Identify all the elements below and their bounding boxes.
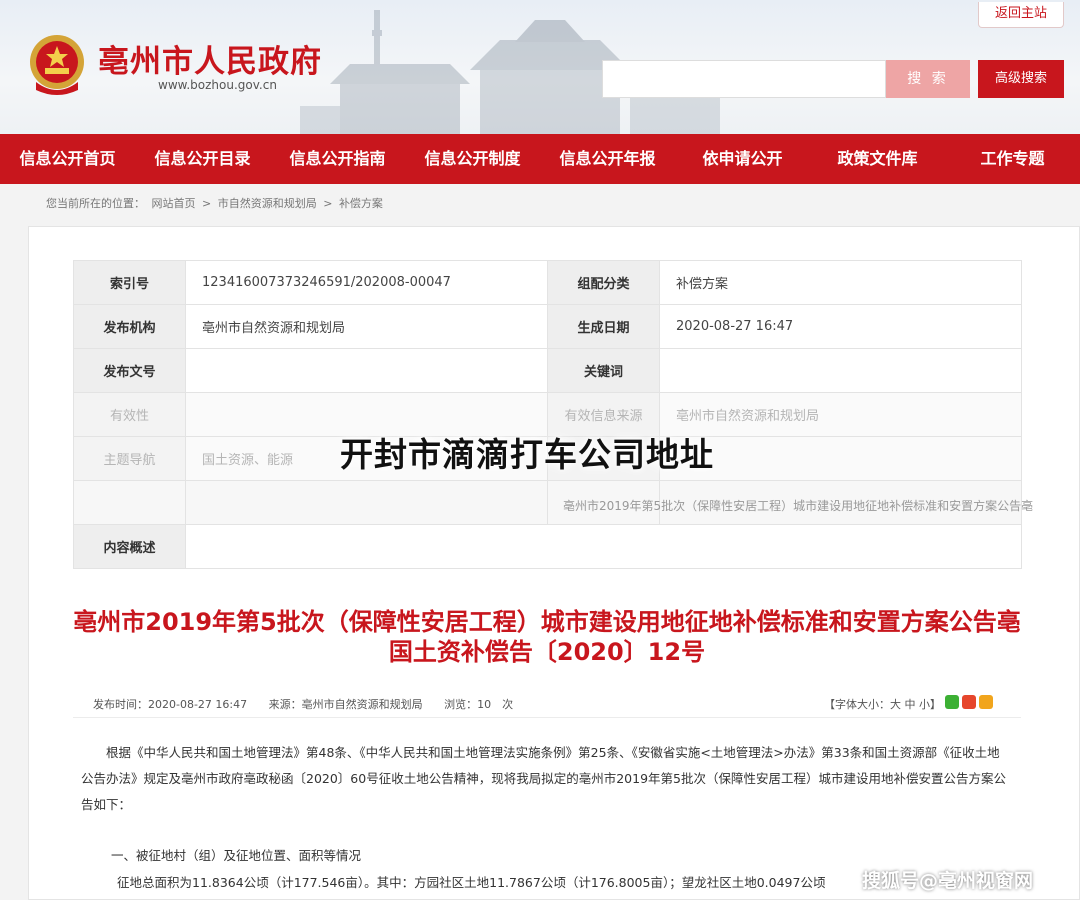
view-count: 浏览：10 次	[444, 698, 514, 711]
nav-item-policy-library[interactable]: 政策文件库	[810, 134, 945, 184]
watermark: 搜狐号@亳州视窗网	[862, 870, 1034, 892]
breadcrumb: 您当前所在的位置： 网站首页 > 市自然资源和规划局 > 补偿方案	[46, 195, 386, 211]
site-header: 亳州市人民政府 www.bozhou.gov.cn 返回主站 搜 索 高级搜索	[0, 0, 1080, 134]
meta-value	[185, 480, 548, 525]
meta-label	[73, 480, 186, 525]
table-row: 发布机构 亳州市自然资源和规划局 生成日期 2020-08-27 16:47	[73, 304, 1022, 349]
meta-label: 发布机构	[73, 304, 186, 349]
return-home-link[interactable]: 返回主站	[978, 2, 1064, 28]
nav-item-guide[interactable]: 信息公开指南	[270, 134, 405, 184]
article-source: 来源：亳州市自然资源和规划局	[268, 698, 423, 711]
article-meta: 发布时间：2020-08-27 16:47 来源：亳州市自然资源和规划局 浏览：…	[93, 696, 531, 712]
table-row: 索引号 123416007373246591/202008-00047 组配分类…	[73, 260, 1022, 305]
breadcrumb-separator: >	[202, 197, 212, 210]
article-title: 亳州市2019年第5批次（保障性安居工程）城市建设用地征地补偿标准和安置方案公告…	[73, 608, 1021, 666]
article-info-bar: 发布时间：2020-08-27 16:47 来源：亳州市自然资源和规划局 浏览：…	[73, 688, 1021, 718]
meta-value	[659, 348, 1022, 393]
nav-item-home[interactable]: 信息公开首页	[0, 134, 135, 184]
breadcrumb-prefix: 您当前所在的位置：	[46, 197, 145, 210]
search-button[interactable]: 搜 索	[886, 60, 970, 98]
meta-value: 亳州市自然资源和规划局	[185, 304, 548, 349]
overlay-title: 开封市滴滴打车公司地址	[340, 435, 714, 474]
page: 亳州市人民政府 www.bozhou.gov.cn 返回主站 搜 索 高级搜索 …	[0, 0, 1080, 900]
nav-item-system[interactable]: 信息公开制度	[405, 134, 540, 184]
meta-value	[185, 348, 548, 393]
meta-value: 2020-08-27 16:47	[659, 304, 1022, 349]
table-row: 内容概述	[73, 524, 1022, 569]
advanced-search-button[interactable]: 高级搜索	[978, 60, 1064, 98]
nav-item-topics[interactable]: 工作专题	[945, 134, 1080, 184]
ghost-title-text: 亳州市2019年第5批次（保障性安居工程）城市建设用地征地补偿标准和安置方案公告…	[563, 499, 1034, 513]
main-nav: 信息公开首页 信息公开目录 信息公开指南 信息公开制度 信息公开年报 依申请公开…	[0, 134, 1080, 184]
meta-label: 有效性	[73, 392, 186, 437]
table-row: 发布文号 关键词	[73, 348, 1022, 393]
site-url: www.bozhou.gov.cn	[158, 78, 277, 92]
weibo-share-icon[interactable]	[962, 695, 976, 709]
article-paragraph: 根据《中华人民共和国土地管理法》第48条、《中华人民共和国土地管理法实施条例》第…	[81, 745, 1006, 812]
meta-label: 发布文号	[73, 348, 186, 393]
meta-label: 主题导航	[73, 436, 186, 481]
meta-label: 索引号	[73, 260, 186, 305]
meta-label: 内容概述	[73, 524, 186, 569]
wechat-share-icon[interactable]	[945, 695, 959, 709]
document-meta-table: 索引号 123416007373246591/202008-00047 组配分类…	[73, 260, 1022, 569]
content-panel: 索引号 123416007373246591/202008-00047 组配分类…	[28, 226, 1080, 900]
breadcrumb-home[interactable]: 网站首页	[152, 197, 196, 210]
meta-label: 生成日期	[547, 304, 660, 349]
meta-label: 关键词	[547, 348, 660, 393]
breadcrumb-current[interactable]: 补偿方案	[339, 197, 383, 210]
article-section-heading: 一、被征地村（组）及征地位置、面积等情况	[111, 848, 362, 863]
breadcrumb-separator: >	[323, 197, 333, 210]
national-emblem-icon	[30, 35, 84, 95]
search-input[interactable]	[602, 60, 886, 98]
font-size-control[interactable]: 【字体大小：大 中 小】	[824, 696, 941, 712]
meta-value: 123416007373246591/202008-00047	[185, 260, 548, 305]
breadcrumb-bureau[interactable]: 市自然资源和规划局	[218, 197, 317, 210]
qzone-share-icon[interactable]	[979, 695, 993, 709]
nav-item-annual-report[interactable]: 信息公开年报	[540, 134, 675, 184]
share-buttons	[945, 695, 993, 709]
meta-label: 组配分类	[547, 260, 660, 305]
site-name[interactable]: 亳州市人民政府	[98, 36, 322, 81]
meta-value: 补偿方案	[659, 260, 1022, 305]
meta-value	[185, 524, 1022, 569]
nav-item-request[interactable]: 依申请公开	[675, 134, 810, 184]
publish-time: 发布时间：2020-08-27 16:47	[93, 698, 248, 711]
nav-item-catalog[interactable]: 信息公开目录	[135, 134, 270, 184]
